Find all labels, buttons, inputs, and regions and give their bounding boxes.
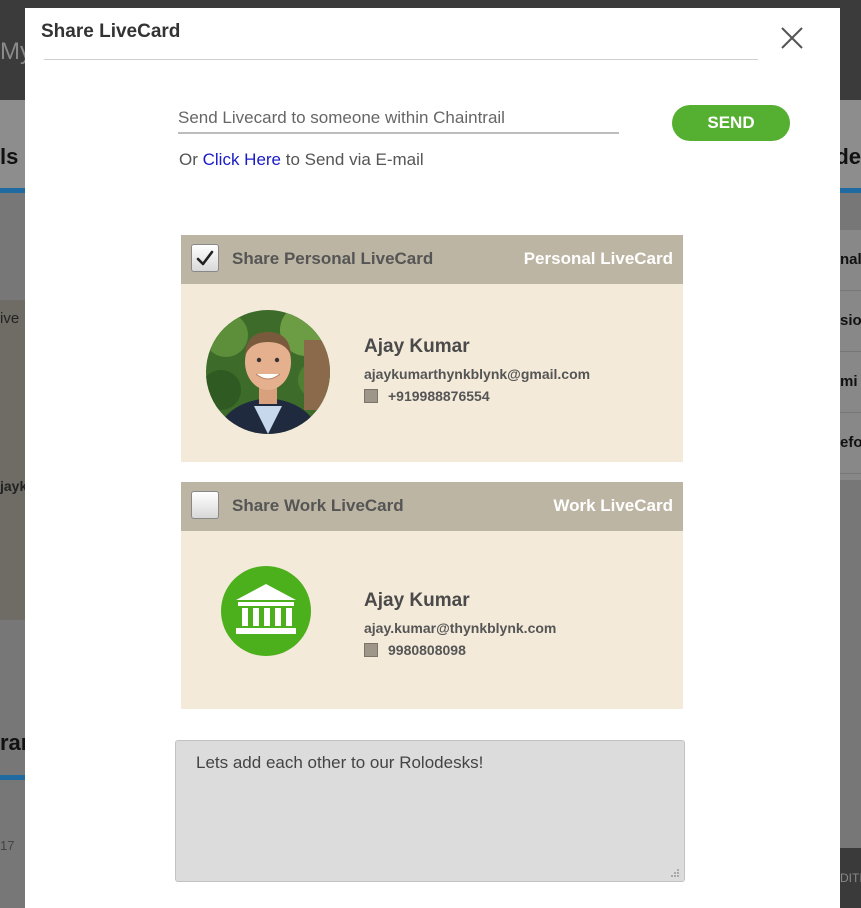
modal-title: Share LiveCard — [41, 21, 181, 42]
background-list-item: nal — [840, 230, 861, 291]
work-livecard-header: Share Work LiveCard Work LiveCard — [181, 482, 683, 531]
background-card: ive jayk — [0, 300, 28, 620]
phone-checkbox[interactable] — [364, 643, 378, 657]
background-list-item: sio — [840, 291, 861, 352]
bank-building-icon — [236, 584, 296, 634]
background-card-text: ive — [0, 310, 20, 327]
share-personal-checkbox[interactable] — [191, 244, 219, 272]
personal-name: Ajay Kumar — [364, 336, 470, 357]
avatar — [206, 310, 330, 434]
personal-phone: +919988876554 — [388, 388, 490, 404]
personal-livecard-header: Share Personal LiveCard Personal LiveCar… — [181, 235, 683, 284]
share-livecard-modal: Share LiveCard SEND Or Click Here to Sen… — [25, 8, 840, 908]
share-work-label: Share Work LiveCard — [232, 496, 404, 515]
checkmark-icon — [196, 250, 214, 266]
background-heading: ran — [0, 730, 35, 755]
background-list-item: efo — [840, 413, 861, 474]
background-tab-underline — [0, 775, 25, 780]
title-divider — [44, 59, 758, 60]
profile-photo-icon — [206, 310, 330, 434]
share-personal-label: Share Personal LiveCard — [232, 249, 434, 268]
email-share-prefix: Or — [179, 150, 203, 169]
background-tab-underline — [840, 188, 861, 193]
email-share-link[interactable]: Click Here — [203, 150, 281, 169]
close-button[interactable] — [778, 24, 806, 52]
work-name: Ajay Kumar — [364, 590, 470, 611]
personal-livecard: Share Personal LiveCard Personal LiveCar… — [181, 235, 683, 462]
work-phone: 9980808098 — [388, 642, 466, 658]
personal-card-type: Personal LiveCard — [523, 249, 673, 268]
personal-email: ajaykumarthynkblynk@gmail.com — [364, 366, 591, 382]
background-card-text: jayk — [0, 478, 28, 494]
work-phone-row: 9980808098 — [364, 642, 466, 658]
recipient-search-input[interactable] — [178, 104, 619, 134]
work-card-type: Work LiveCard — [553, 496, 673, 515]
close-icon — [781, 27, 803, 49]
email-share-line: Or Click Here to Send via E-mail — [179, 150, 424, 170]
work-livecard: Share Work LiveCard Work LiveCard Ajay K… — [181, 482, 683, 709]
background-list: nal sio mi efo — [840, 230, 861, 480]
share-work-checkbox[interactable] — [191, 491, 219, 519]
send-button[interactable]: SEND — [672, 105, 790, 141]
message-textarea[interactable]: Lets add each other to our Rolodesks! — [175, 740, 685, 882]
phone-checkbox[interactable] — [364, 389, 378, 403]
email-share-suffix: to Send via E-mail — [281, 150, 424, 169]
background-tab-underline — [0, 188, 25, 193]
background-number: 17 — [0, 838, 15, 853]
resize-grip-icon[interactable] — [670, 868, 680, 878]
background-list-item: mi — [840, 352, 861, 413]
company-logo — [221, 566, 311, 656]
work-email: ajay.kumar@thynkblynk.com — [364, 620, 557, 636]
background-footer: DITI — [840, 848, 861, 908]
background-tab-left: ls — [0, 144, 19, 169]
personal-phone-row: +919988876554 — [364, 388, 490, 404]
